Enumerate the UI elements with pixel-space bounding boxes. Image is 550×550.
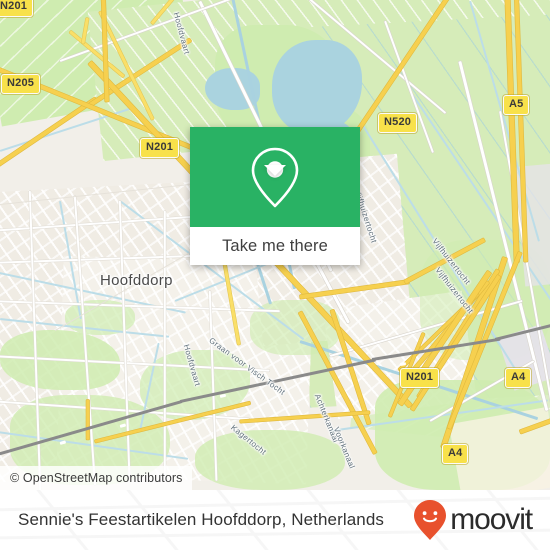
osm-attribution[interactable]: © OpenStreetMap contributors — [0, 466, 192, 490]
popup-pointer-triangle — [264, 165, 286, 176]
map-canvas[interactable]: Hoofddorp Hoofdvaart Hoofdvaart Graan vo… — [0, 0, 550, 490]
road-shield-n520[interactable]: N520 — [378, 113, 418, 133]
green-area — [195, 430, 345, 490]
road-shield-n201[interactable]: N201 — [400, 368, 440, 388]
road-shield-a5[interactable]: A5 — [503, 95, 530, 115]
road-shield-n205[interactable]: N205 — [1, 74, 41, 94]
road-shield-n201[interactable]: N201 — [0, 0, 34, 17]
trunk-road — [86, 399, 90, 440]
popup-icon-area — [190, 127, 360, 227]
road-shield-a4[interactable]: A4 — [442, 444, 469, 464]
road-shield-a4[interactable]: A4 — [505, 368, 532, 388]
moovit-wordmark: moovit — [450, 503, 533, 536]
street — [164, 210, 166, 481]
map-pin-icon — [251, 147, 299, 208]
location-title: Sennie's Feestartikelen Hoofddorp, Nethe… — [18, 510, 384, 529]
popup-action-area[interactable]: Take me there — [190, 227, 360, 265]
destination-popup-card[interactable]: Take me there — [190, 127, 360, 265]
moovit-brand[interactable]: moovit — [413, 499, 533, 541]
place-label-hoofddorp: Hoofddorp — [100, 272, 173, 289]
footer-bar: Sennie's Feestartikelen Hoofddorp, Nethe… — [0, 490, 550, 550]
take-me-there-label: Take me there — [222, 236, 328, 255]
road-shield-n201[interactable]: N201 — [140, 138, 180, 158]
screenshot-root: Hoofddorp Hoofdvaart Hoofdvaart Graan vo… — [0, 0, 550, 550]
moovit-pin-logo-icon — [414, 500, 447, 540]
